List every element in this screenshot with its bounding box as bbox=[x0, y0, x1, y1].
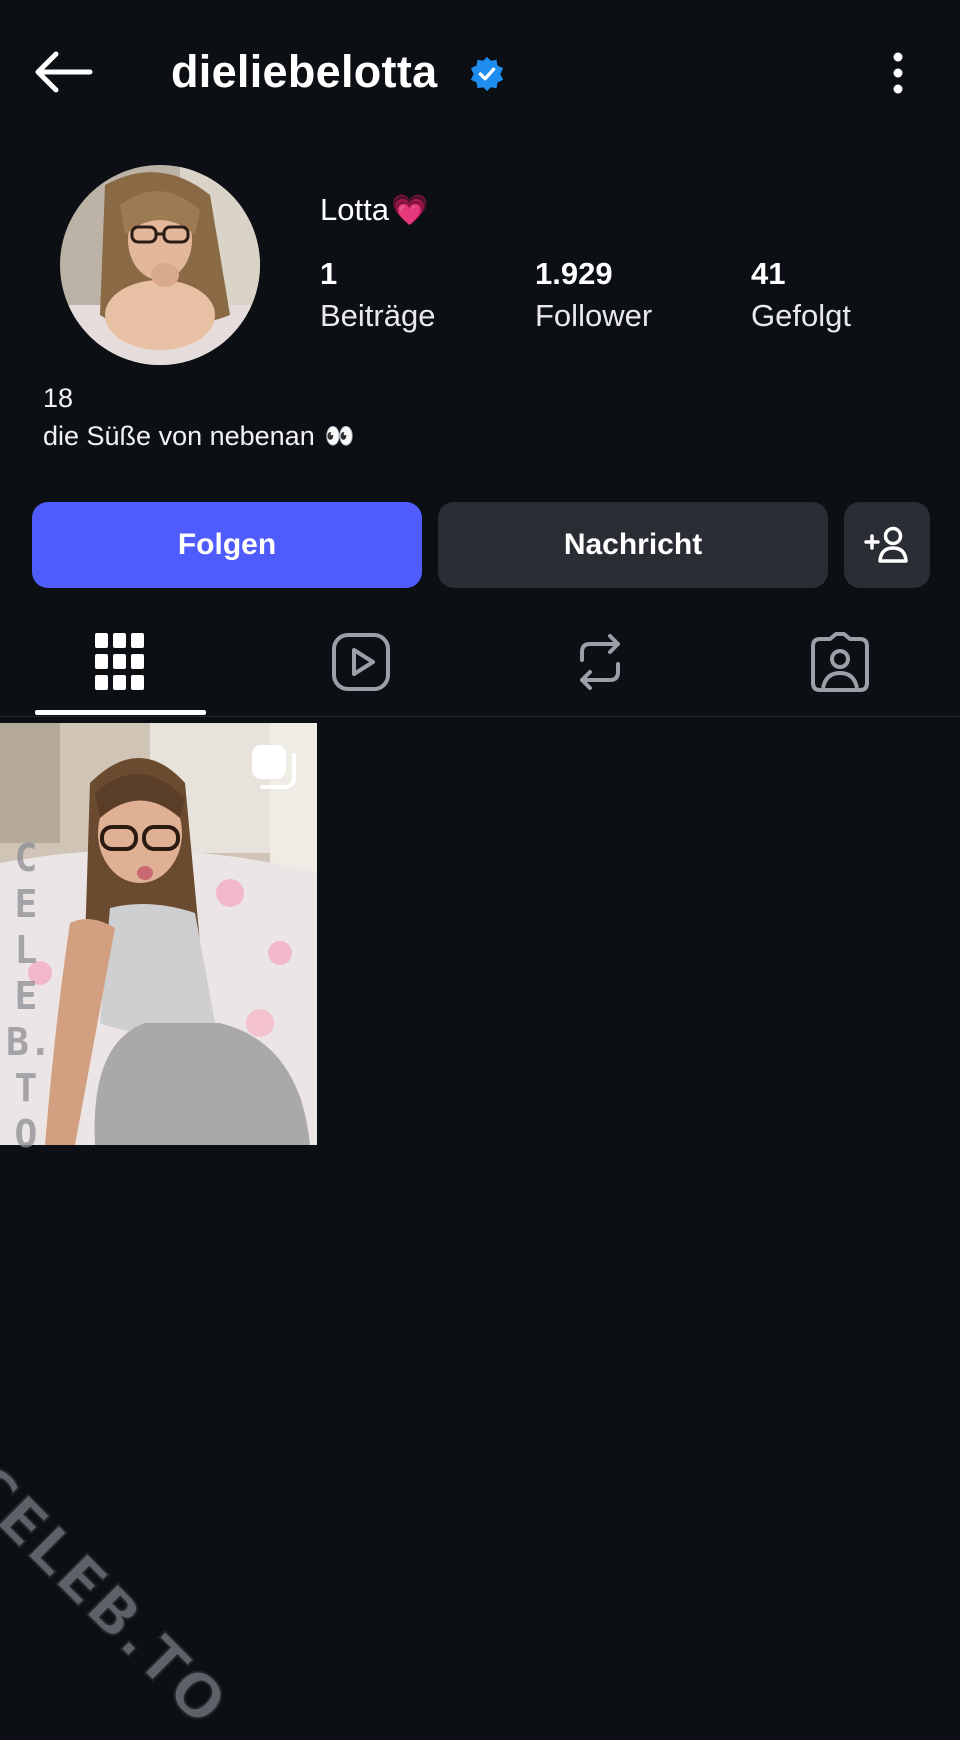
back-button[interactable] bbox=[28, 40, 98, 104]
stat-value: 1.929 bbox=[535, 256, 613, 291]
heart-emoji: 💗 bbox=[390, 193, 429, 227]
reels-icon bbox=[332, 633, 390, 691]
more-options-button[interactable] bbox=[870, 45, 926, 101]
tab-posts-grid[interactable] bbox=[35, 608, 205, 716]
carousel-icon bbox=[252, 745, 296, 789]
message-button[interactable]: Nachricht bbox=[438, 502, 828, 588]
tab-tagged[interactable] bbox=[755, 608, 925, 716]
vertical-ellipsis-icon bbox=[893, 52, 903, 94]
arrow-left-icon bbox=[35, 51, 93, 93]
bio-line-2: die Süße von nebenan 👀 bbox=[43, 421, 355, 452]
active-tab-indicator bbox=[35, 710, 206, 715]
verified-badge-icon bbox=[470, 56, 504, 92]
avatar-image bbox=[60, 165, 260, 365]
tab-reposts[interactable] bbox=[515, 608, 685, 716]
display-name-text: Lotta bbox=[320, 192, 389, 227]
posts-count-stat[interactable]: 1 Beiträge bbox=[320, 252, 435, 336]
following-count-stat[interactable]: 41 Gefolgt bbox=[751, 252, 851, 336]
stat-value: 1 bbox=[320, 256, 338, 291]
profile-username: dieliebelotta bbox=[171, 46, 438, 97]
stat-label: Beiträge bbox=[320, 298, 436, 333]
follow-button[interactable]: Folgen bbox=[32, 502, 422, 588]
post-thumbnail[interactable] bbox=[0, 723, 317, 1145]
suggest-accounts-button[interactable] bbox=[844, 502, 930, 588]
tab-reels[interactable] bbox=[276, 608, 446, 716]
vertical-watermark: CELEB.TO bbox=[6, 836, 52, 1156]
stat-label: Follower bbox=[535, 298, 653, 333]
bio-line-1: 18 bbox=[43, 383, 74, 413]
profile-tabs bbox=[0, 608, 960, 717]
repost-icon bbox=[580, 634, 620, 690]
tagged-icon bbox=[811, 632, 869, 692]
profile-display-name: Lotta 💗 bbox=[320, 192, 428, 228]
add-person-icon bbox=[864, 526, 908, 563]
followers-count-stat[interactable]: 1.929 Follower bbox=[535, 252, 652, 336]
top-bar: dieliebelotta bbox=[0, 0, 960, 145]
grid-icon bbox=[95, 633, 144, 690]
bio-text: die Süße von nebenan bbox=[43, 421, 315, 451]
stat-value: 41 bbox=[751, 256, 786, 291]
diagonal-watermark: CELEB.TO bbox=[0, 1449, 242, 1740]
profile-avatar[interactable] bbox=[60, 165, 260, 365]
stat-label: Gefolgt bbox=[751, 298, 851, 333]
eyes-emoji: 👀 bbox=[324, 423, 355, 450]
